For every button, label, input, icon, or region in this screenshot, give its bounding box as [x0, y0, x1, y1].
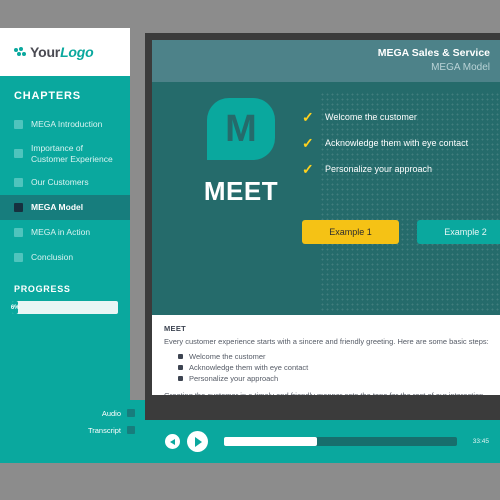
transcript-bullet: Welcome the customer: [178, 351, 488, 362]
transcript-bullet-label: Acknowledge them with eye contact: [189, 363, 309, 372]
slide-subtitle: MEGA Model: [431, 62, 490, 73]
transcript-toggle-row[interactable]: Transcript: [0, 423, 145, 437]
progress-percent-label: 6%: [10, 304, 20, 311]
transcript-outro: Greeting the customer in a timely and fr…: [164, 391, 488, 395]
sidebar-item-mega-introduction[interactable]: MEGA Introduction: [0, 112, 130, 137]
app-root: YourLogo CHAPTERS MEGA Introduction Impo…: [0, 0, 500, 500]
bullet-square-icon: [178, 354, 183, 359]
slide-body: M MEET ✓ Welcome the customer ✓ Acknowle…: [152, 82, 500, 315]
chapter-bullet-icon: [14, 120, 23, 129]
sidebar: YourLogo CHAPTERS MEGA Introduction Impo…: [0, 28, 130, 463]
transcript-outro-line-1: Greeting the customer in a timely and fr…: [164, 391, 488, 395]
chapter-bullet-icon: [14, 149, 23, 159]
transcript-bullets: Welcome the customer Acknowledge them wi…: [178, 351, 488, 384]
chapter-bullet-icon: [14, 253, 23, 263]
meet-icon-letter: M: [225, 108, 257, 150]
example-1-button[interactable]: Example 1: [302, 220, 399, 244]
logo-dots-icon: [14, 46, 27, 58]
audio-toggle-label: Audio: [101, 408, 121, 418]
slide-title: MEGA Sales & Service: [377, 47, 490, 59]
transcript-heading: MEET: [164, 324, 187, 333]
example-buttons: Example 1 Example 2: [302, 220, 500, 244]
chapter-list: MEGA Introduction Importance of Customer…: [0, 112, 130, 270]
play-icon: [195, 436, 202, 447]
playback-options: Audio Transcript: [0, 400, 145, 463]
chapter-label: MEGA in Action: [31, 227, 91, 238]
meet-block: M MEET: [176, 98, 306, 207]
checklist-item-label: Welcome the customer: [325, 112, 417, 122]
slide-header: MEGA Sales & Service MEGA Model: [152, 40, 500, 82]
sidebar-item-mega-model[interactable]: MEGA Model: [0, 195, 130, 221]
bullet-square-icon: [178, 376, 183, 381]
meet-letter-icon: M: [207, 98, 275, 160]
chapter-bullet-icon: [14, 203, 23, 213]
transcript-bullet-label: Welcome the customer: [189, 352, 266, 361]
checklist-item: ✓ Welcome the customer: [302, 104, 468, 130]
checklist: ✓ Welcome the customer ✓ Acknowledge the…: [302, 104, 468, 182]
check-icon: ✓: [302, 160, 314, 177]
previous-icon: [169, 438, 175, 445]
time-label: 33:45: [472, 438, 489, 445]
chapters-heading: CHAPTERS: [14, 90, 81, 102]
sidebar-item-our-customers[interactable]: Our Customers: [0, 170, 130, 195]
audio-toggle-checkbox[interactable]: [127, 409, 135, 417]
chapter-label: Importance of Customer Experience: [31, 143, 113, 164]
logo-text: YourLogo: [30, 44, 94, 60]
logo-text-italic: Logo: [60, 44, 94, 60]
bullet-square-icon: [178, 365, 183, 370]
check-icon: ✓: [302, 108, 314, 125]
chapter-label: MEGA Introduction: [31, 119, 103, 130]
chapter-bullet-icon: [14, 178, 23, 188]
progress-heading: PROGRESS: [14, 284, 71, 295]
checklist-item-label: Acknowledge them with eye contact: [325, 138, 469, 148]
logo-text-plain: Your: [30, 44, 61, 60]
chapter-label: Our Customers: [31, 177, 89, 188]
sidebar-item-conclusion[interactable]: Conclusion: [0, 245, 130, 270]
course-viewer: MEGA Sales & Service MEGA Model M MEET ✓…: [145, 33, 500, 463]
seek-bar-fill: [224, 437, 318, 446]
sidebar-item-importance-of-customer-experience[interactable]: Importance of Customer Experience: [0, 137, 130, 170]
player-controls: 33:45: [145, 420, 500, 463]
transcript-bullet: Acknowledge them with eye contact: [178, 362, 488, 373]
seek-bar[interactable]: [224, 437, 457, 446]
audio-toggle-row[interactable]: Audio: [0, 406, 145, 420]
chapter-bullet-icon: [14, 228, 23, 238]
checklist-item: ✓ Acknowledge them with eye contact: [302, 130, 468, 156]
progress-bar: 6%: [10, 301, 118, 315]
chapter-label: Conclusion: [31, 252, 74, 263]
transcript-toggle-checkbox[interactable]: [127, 426, 135, 434]
sidebar-item-mega-in-action[interactable]: MEGA in Action: [0, 220, 130, 245]
slide: MEGA Sales & Service MEGA Model M MEET ✓…: [152, 40, 500, 395]
transcript-panel: MEET Every customer experience starts wi…: [152, 315, 500, 395]
progress-bar-fill: 6%: [10, 301, 20, 315]
play-button[interactable]: [187, 431, 208, 452]
check-icon: ✓: [302, 134, 314, 151]
chapter-label: MEGA Model: [31, 202, 84, 213]
transcript-bullet-label: Personalize your approach: [189, 374, 279, 383]
checklist-item-label: Personalize your approach: [325, 164, 433, 174]
transcript-intro: Every customer experience starts with a …: [164, 337, 489, 346]
transcript-toggle-label: Transcript: [87, 425, 121, 435]
logo-bar: YourLogo: [0, 28, 130, 76]
example-2-button[interactable]: Example 2: [417, 220, 500, 244]
checklist-item: ✓ Personalize your approach: [302, 156, 468, 182]
meet-step-label: MEET: [203, 176, 279, 206]
transcript-bullet: Personalize your approach: [178, 373, 488, 384]
previous-button[interactable]: [165, 434, 180, 449]
